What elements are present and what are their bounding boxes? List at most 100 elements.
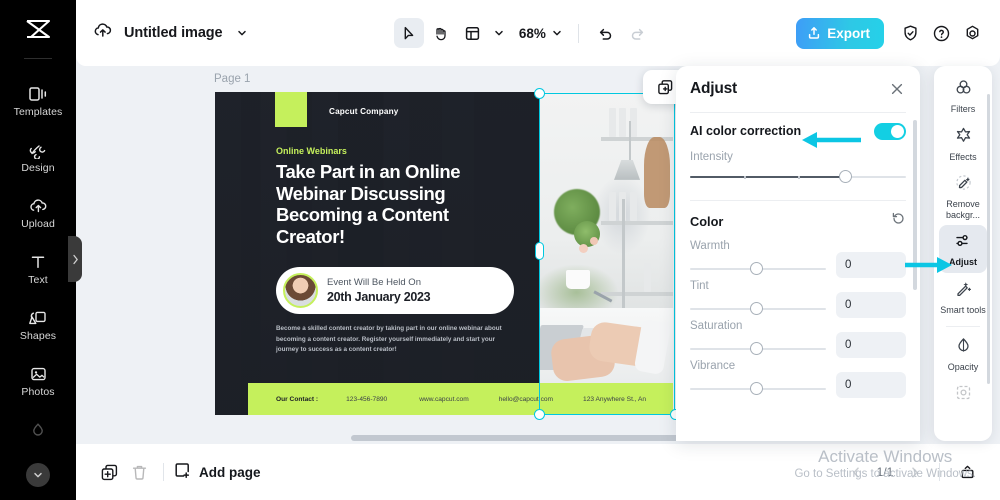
cursor-tool-button[interactable] (393, 18, 424, 48)
sidebar-item-more[interactable] (0, 409, 76, 465)
saturation-value-input[interactable]: 0 (836, 332, 906, 358)
sidebar-items: Templates Design Upload Text Shapes Phot… (0, 73, 76, 465)
settings-gear-icon (966, 25, 978, 39)
sidebar-item-text[interactable]: Text (0, 241, 76, 297)
document-title-chevron[interactable] (233, 20, 251, 46)
next-page-button[interactable] (901, 459, 927, 485)
tint-slider[interactable] (690, 300, 826, 318)
reset-color-button[interactable] (891, 211, 906, 231)
undo-icon (600, 28, 612, 40)
ai-color-correction-toggle[interactable] (874, 122, 906, 140)
selection-handle-top-left[interactable] (534, 88, 545, 99)
smart-tools-wand-icon (954, 279, 973, 303)
shield-check-button[interactable] (896, 19, 924, 47)
zoom-level-value[interactable]: 68% (519, 26, 546, 41)
ai-color-correction-label: AI color correction (690, 124, 802, 138)
color-section-header: Color (690, 204, 906, 238)
chevron-down-icon (237, 30, 246, 36)
intensity-slider[interactable] (690, 168, 906, 186)
redo-button[interactable] (623, 18, 653, 48)
slider-knob[interactable] (749, 342, 763, 355)
warmth-value-input[interactable]: 0 (836, 252, 906, 278)
capcut-logo[interactable] (0, 0, 76, 58)
cursor-arrow-icon (404, 26, 414, 39)
sidebar-item-label: Upload (21, 218, 55, 231)
undo-button[interactable] (591, 18, 621, 48)
sidebar-item-crop[interactable] (939, 377, 987, 425)
slider-knob[interactable] (749, 262, 763, 275)
poster-contact-label: Our Contact : (276, 395, 319, 403)
shield-check-icon (903, 25, 917, 40)
adjust-sliders-icon (954, 231, 973, 255)
zoom-chevron-button[interactable] (548, 20, 566, 46)
sidebar-item-photos[interactable]: Photos (0, 353, 76, 409)
selection-handle-middle-left[interactable] (535, 242, 544, 260)
photo-binder (643, 263, 651, 293)
slider-knob[interactable] (749, 382, 763, 395)
sidebar-item-label: Effects (949, 151, 977, 162)
help-circle-icon (933, 25, 949, 41)
sidebar-item-label: Design (21, 162, 55, 175)
slider-tick (798, 175, 800, 179)
upload-cloud-icon (28, 195, 49, 216)
poster-city-background (215, 92, 539, 415)
sidebar-item-opacity[interactable]: Opacity (939, 330, 987, 378)
poster-event-card: Event Will Be Held On 20th January 2023 (276, 267, 514, 314)
delete-page-button[interactable] (124, 457, 154, 487)
slider-knob[interactable] (749, 302, 763, 315)
add-page-button[interactable]: Add page (173, 461, 261, 483)
sidebar-collapse-button[interactable] (26, 463, 50, 487)
settings-button[interactable] (958, 19, 986, 47)
chevron-right-icon (911, 466, 918, 478)
layout-icon (466, 26, 480, 40)
crop-icon (954, 383, 973, 407)
sidebar-item-design[interactable]: Design (0, 129, 76, 185)
saturation-slider[interactable] (690, 340, 826, 358)
selection-handle-bottom-left[interactable] (534, 409, 545, 420)
opacity-drop-icon (29, 419, 47, 440)
sidebar-item-shapes[interactable]: Shapes (0, 297, 76, 353)
sidebar-item-smart-tools[interactable]: Smart tools (939, 273, 987, 321)
document-title[interactable]: Untitled image (124, 25, 223, 41)
right-sidebar-scrollbar[interactable] (986, 94, 990, 384)
arrow-pointing-right-icon (905, 257, 952, 273)
cloud-upload-icon[interactable] (92, 21, 114, 45)
photo-shelf (600, 292, 673, 297)
artboard[interactable]: Capcut Company Online Webinars Take Part… (215, 92, 673, 415)
panel-divider (690, 200, 906, 201)
page-indicator: 1/1 (876, 465, 894, 479)
close-panel-button[interactable] (888, 80, 906, 98)
page-view-button[interactable] (952, 457, 982, 487)
sidebar-item-upload[interactable]: Upload (0, 185, 76, 241)
sidebar-item-filters[interactable]: Filters (939, 72, 987, 120)
vibrance-slider[interactable] (690, 380, 826, 398)
layout-chevron-button[interactable] (490, 20, 508, 46)
sidebar-expand-handle[interactable] (68, 236, 82, 282)
sidebar-item-label: Remove backgr... (945, 199, 981, 220)
layout-tool-button[interactable] (458, 18, 488, 48)
duplicate-page-button[interactable] (94, 457, 124, 487)
tint-value-input[interactable]: 0 (836, 292, 906, 318)
tint-label: Tint (690, 280, 709, 292)
chevron-down-icon (553, 30, 561, 36)
photo-binder (608, 192, 616, 222)
prev-page-button[interactable] (843, 459, 869, 485)
sidebar-item-effects[interactable]: Effects (939, 120, 987, 168)
photo-flower (579, 243, 589, 253)
page-navigation: 1/1 (843, 457, 982, 487)
poster-eyebrow: Online Webinars (276, 146, 347, 156)
sidebar-item-templates[interactable]: Templates (0, 73, 76, 129)
vibrance-value-input[interactable]: 0 (836, 372, 906, 398)
poster-body-text: Become a skilled content creator by taki… (276, 325, 502, 354)
sidebar-item-label: Shapes (19, 330, 57, 343)
export-button[interactable]: Export (796, 17, 884, 49)
ai-color-correction-row: AI color correction (690, 113, 906, 149)
help-button[interactable] (927, 19, 955, 47)
sidebar-item-label (962, 409, 965, 420)
photo-lamp-arm (628, 121, 631, 167)
sidebar-item-remove-background[interactable]: Remove backgr... (939, 167, 987, 225)
text-icon (29, 251, 47, 272)
warmth-slider[interactable] (690, 260, 826, 278)
hand-tool-button[interactable] (426, 18, 456, 48)
slider-knob[interactable] (839, 170, 853, 183)
